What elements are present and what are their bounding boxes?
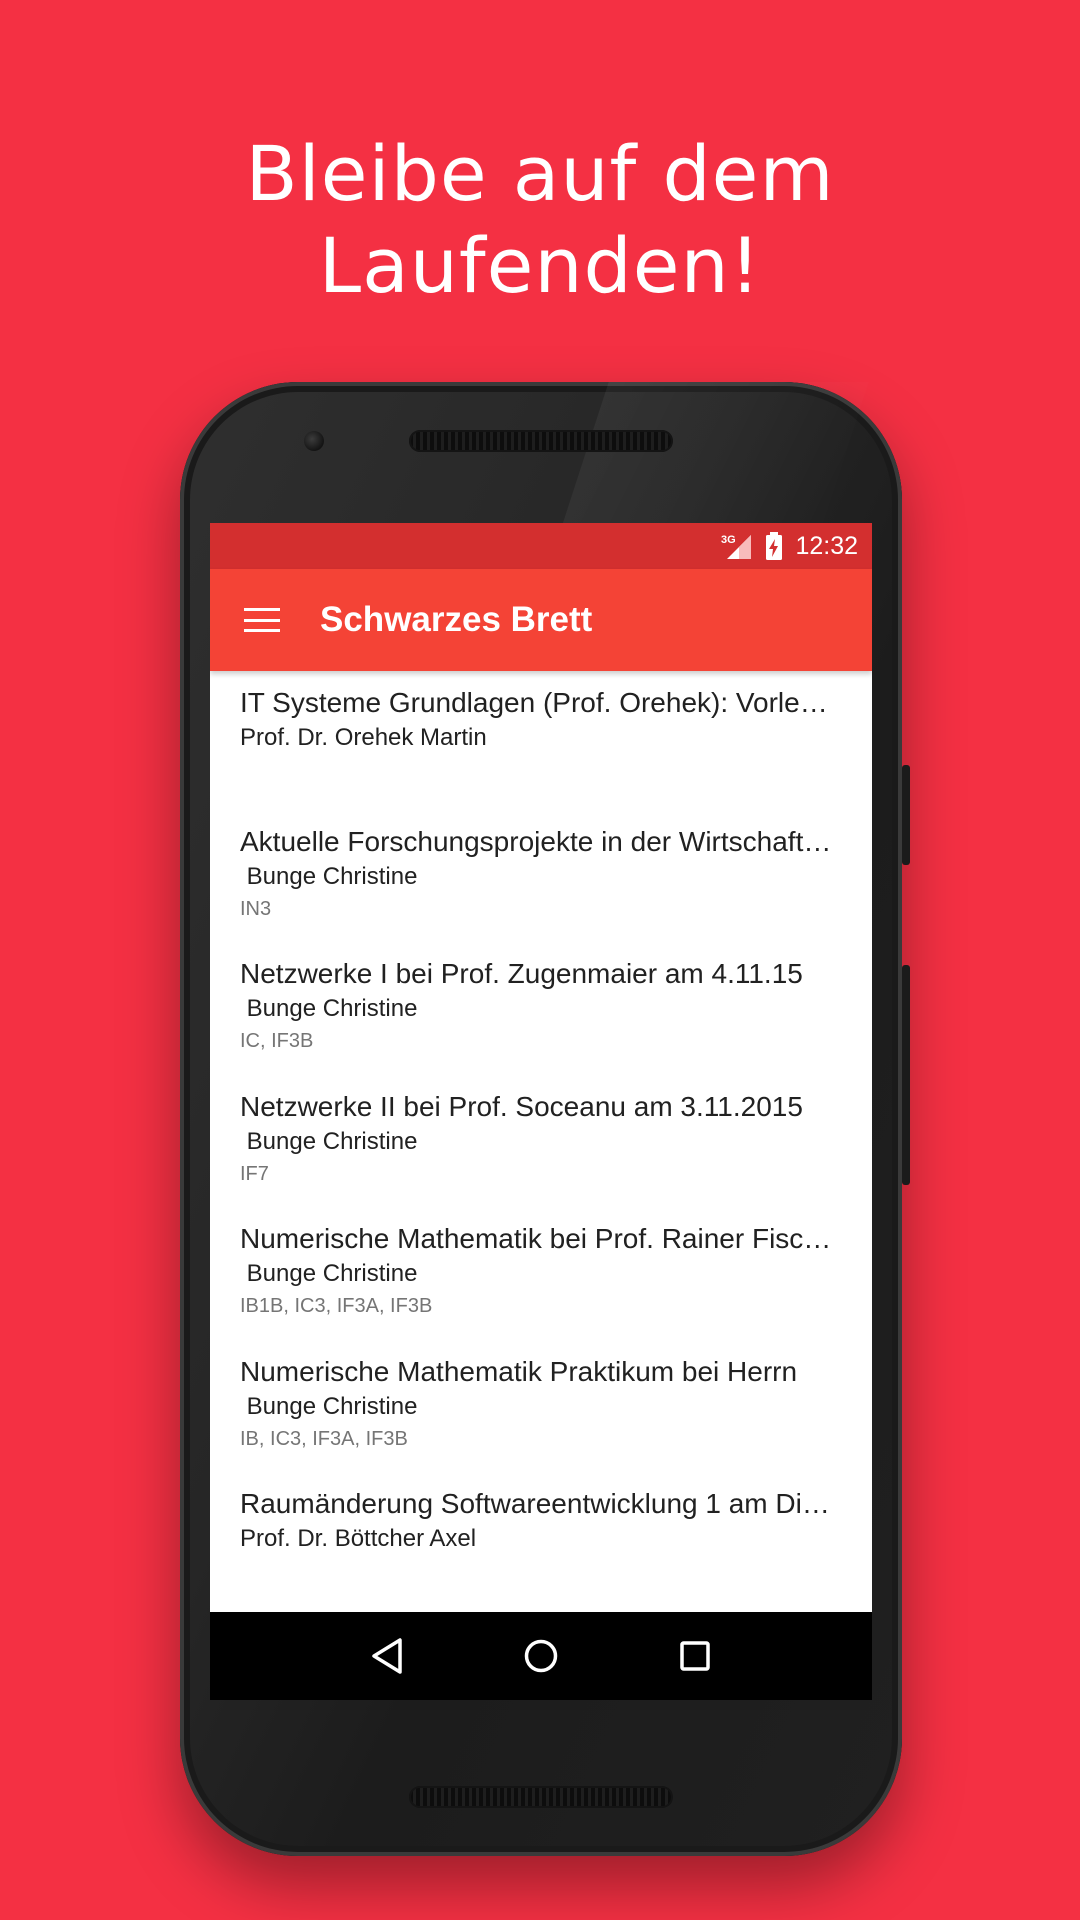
post-title: Numerische Mathematik Praktikum bei Herr… [240, 1355, 798, 1387]
post-author: Prof. Dr. Orehek Martin [240, 724, 487, 751]
post-tags: IN3 [240, 897, 272, 920]
list-item[interactable]: Numerische Mathematik Praktikum bei Herr… [240, 1334, 836, 1467]
recents-square-icon[interactable] [675, 1636, 715, 1676]
back-triangle-icon[interactable] [367, 1636, 407, 1676]
list-item[interactable]: Netzwerke I bei Prof. Zugenmaier am 4.11… [240, 936, 836, 1069]
power-button [902, 765, 910, 865]
post-list[interactable]: IT Systeme Grundlagen (Prof. Orehek): Vo… [210, 671, 872, 1599]
post-title: Aktuelle Forschungsprojekte in der Wirts… [240, 825, 836, 857]
post-author: Bunge Christine [240, 1392, 418, 1420]
hamburger-menu-icon[interactable] [244, 608, 280, 632]
post-title: Netzwerke I bei Prof. Zugenmaier am 4.11… [240, 958, 803, 989]
bottom-speaker-grille [409, 1786, 673, 1808]
post-title: Raumänderung Softwareentwicklung 1 am Di… [240, 1488, 836, 1519]
post-author: Bunge Christine [240, 862, 418, 890]
promo-headline: Bleibe auf dem Laufenden! [0, 128, 1080, 312]
post-title: Netzwerke II bei Prof. Soceanu am 3.11.2… [240, 1090, 803, 1122]
post-title: Numerische Mathematik bei Prof. Rainer F… [240, 1223, 836, 1254]
list-item[interactable]: Netzwerke II bei Prof. Soceanu am 3.11.2… [240, 1069, 836, 1202]
headline-line-2: Laufenden! [318, 221, 762, 310]
system-navigation-bar [210, 1612, 872, 1700]
post-author: Bunge Christine [240, 1260, 418, 1287]
list-item[interactable]: Numerische Mathematik bei Prof. Rainer F… [240, 1201, 836, 1334]
app-title: Schwarzes Brett [320, 600, 593, 639]
post-tags: IF7 [240, 1162, 269, 1185]
volume-button [902, 965, 910, 1185]
clock: 12:32 [795, 531, 858, 560]
battery-charging-icon [765, 531, 783, 561]
network-type-label: 3G [721, 534, 736, 546]
post-author: Bunge Christine [240, 1127, 418, 1155]
post-title: IT Systeme Grundlagen (Prof. Orehek): Vo… [240, 687, 836, 718]
list-item[interactable]: Aktuelle Forschungsprojekte in der Wirts… [240, 804, 836, 937]
app-toolbar: Schwarzes Brett [210, 569, 872, 671]
list-item[interactable]: Raumänderung Softwareentwicklung 1 am Di… [240, 1466, 836, 1599]
status-bar: 3G 12:32 [210, 523, 872, 569]
post-tags: IB1B, IC3, IF3A, IF3B [240, 1295, 433, 1317]
list-item[interactable]: IT Systeme Grundlagen (Prof. Orehek): Vo… [240, 671, 836, 804]
post-tags: IB, IC3, IF3A, IF3B [240, 1427, 408, 1450]
headline-line-1: Bleibe auf dem [245, 129, 835, 218]
post-author: Bunge Christine [240, 995, 418, 1022]
signal-3g-icon: 3G [721, 531, 753, 561]
post-tags: IC, IF3B [240, 1030, 314, 1052]
top-speaker-grille [409, 430, 673, 452]
front-camera [304, 431, 324, 451]
home-circle-icon[interactable] [521, 1636, 561, 1676]
phone-screen: 3G 12:32 Schwarzes Brett IT Systeme Grun… [210, 523, 872, 1700]
post-author: Prof. Dr. Böttcher Axel [240, 1525, 477, 1552]
